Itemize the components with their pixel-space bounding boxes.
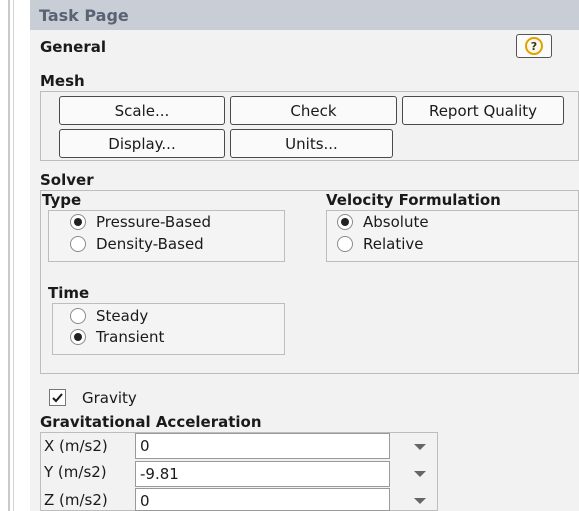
radio-label: Relative: [363, 235, 424, 253]
velocity-option-relative[interactable]: Relative: [337, 235, 424, 253]
z-dropdown-arrow-icon[interactable]: [413, 494, 427, 508]
display-button[interactable]: Display...: [59, 129, 225, 158]
help-button[interactable]: ?: [516, 34, 552, 58]
type-option-pressure-based[interactable]: Pressure-Based: [70, 213, 211, 231]
velocity-option-absolute[interactable]: Absolute: [337, 213, 429, 231]
units-button[interactable]: Units...: [230, 129, 393, 158]
check-button[interactable]: Check: [230, 96, 397, 125]
radio-unselected-icon: [70, 308, 86, 324]
y-dropdown-arrow-icon[interactable]: [413, 467, 427, 481]
time-label: Time: [48, 284, 90, 302]
scale-button[interactable]: Scale...: [59, 96, 225, 125]
splitter-line: [8, 0, 10, 511]
radio-label: Transient: [96, 328, 165, 346]
radio-label: Pressure-Based: [96, 213, 211, 231]
solver-section-label: Solver: [40, 171, 94, 189]
z-field-label: Z (m/s2): [44, 491, 108, 509]
report-quality-button[interactable]: Report Quality: [402, 96, 564, 125]
task-page-frame: Task Page General ? Mesh Scale... Check …: [0, 0, 579, 511]
time-option-steady[interactable]: Steady: [70, 307, 148, 325]
x-field-label: X (m/s2): [44, 437, 108, 455]
radio-selected-icon: [70, 329, 86, 345]
type-option-density-based[interactable]: Density-Based: [70, 235, 204, 253]
radio-selected-icon: [337, 214, 353, 230]
checkmark-icon: [52, 393, 63, 403]
radio-selected-icon: [70, 214, 86, 230]
type-label: Type: [42, 191, 82, 209]
radio-label: Absolute: [363, 213, 429, 231]
help-icon: ?: [525, 37, 543, 55]
x-dropdown-arrow-icon[interactable]: [413, 440, 427, 454]
y-field-label: Y (m/s2): [44, 463, 107, 481]
radio-label: Steady: [96, 307, 149, 325]
x-acceleration-input[interactable]: 0: [135, 433, 390, 459]
gravity-label: Gravity: [82, 389, 137, 407]
task-page-header: Task Page: [30, 0, 579, 30]
time-option-transient[interactable]: Transient: [70, 328, 164, 346]
radio-unselected-icon: [337, 236, 353, 252]
velocity-formulation-label: Velocity Formulation: [326, 191, 501, 209]
general-title: General: [40, 38, 106, 56]
y-acceleration-input[interactable]: -9.81: [135, 461, 390, 487]
radio-label: Density-Based: [96, 235, 204, 253]
radio-unselected-icon: [70, 236, 86, 252]
z-acceleration-input[interactable]: 0: [135, 488, 390, 511]
mesh-section-label: Mesh: [40, 72, 85, 90]
gravity-checkbox[interactable]: [49, 389, 66, 406]
left-splitter[interactable]: [0, 0, 14, 511]
gravitational-acceleration-label: Gravitational Acceleration: [40, 413, 262, 431]
